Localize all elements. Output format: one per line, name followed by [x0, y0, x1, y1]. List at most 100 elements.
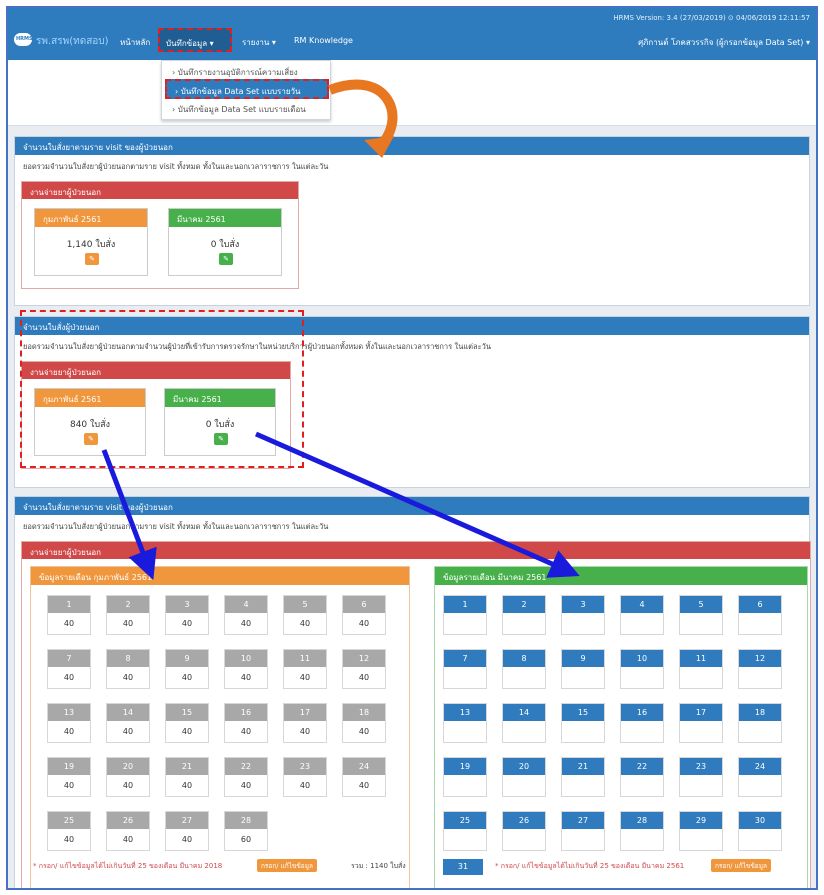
- day-cell[interactable]: 21: [561, 757, 605, 797]
- day-cell[interactable]: 5 40: [283, 595, 327, 635]
- day-cell[interactable]: 17: [679, 703, 723, 743]
- edit-icon[interactable]: ✎: [85, 253, 99, 265]
- day-cell[interactable]: 14 40: [106, 703, 150, 743]
- user-menu[interactable]: ศุภิกานต์ โภคสวรรกิจ (ผู้กรอกข้อมูล Data…: [638, 36, 810, 49]
- day-cell[interactable]: 29: [679, 811, 723, 851]
- day-cell[interactable]: 22: [620, 757, 664, 797]
- nav-home[interactable]: หน้าหลัก: [120, 36, 150, 49]
- day-value: 40: [358, 781, 370, 790]
- day-cell[interactable]: 19 40: [47, 757, 91, 797]
- day-value: 60: [240, 835, 252, 844]
- nav-rm-knowledge[interactable]: RM Knowledge: [294, 36, 353, 45]
- day-cell[interactable]: 27 40: [165, 811, 209, 851]
- day-number: 17: [284, 704, 326, 721]
- day-cell[interactable]: 12: [738, 649, 782, 689]
- day-cell[interactable]: 30: [738, 811, 782, 851]
- day-cell[interactable]: 11 40: [283, 649, 327, 689]
- day-number: 15: [562, 704, 604, 721]
- day-cell[interactable]: 3 40: [165, 595, 209, 635]
- day-cell[interactable]: 24 40: [342, 757, 386, 797]
- day-number: 21: [166, 758, 208, 775]
- day-number: 27: [562, 812, 604, 829]
- nav-report-menu[interactable]: รายงาน ▾: [242, 36, 276, 49]
- day-cell[interactable]: 22 40: [224, 757, 268, 797]
- day-cell[interactable]: 7 40: [47, 649, 91, 689]
- day-cell[interactable]: 15 40: [165, 703, 209, 743]
- day-cell[interactable]: 12 40: [342, 649, 386, 689]
- dropdown-item-daily-dataset[interactable]: › บันทึกข้อมูล Data Set แบบรายวัน: [165, 79, 329, 99]
- day-cell[interactable]: 6: [738, 595, 782, 635]
- annotation-highlight-box: [20, 310, 304, 468]
- card-title: มีนาคม 2561: [169, 209, 281, 227]
- day-cell[interactable]: 21 40: [165, 757, 209, 797]
- day-number: 23: [284, 758, 326, 775]
- day-value: 40: [358, 619, 370, 628]
- hospital-brand[interactable]: รพ.สรพ(ทดสอบ): [36, 34, 109, 49]
- day-cell[interactable]: 15: [561, 703, 605, 743]
- day-cell[interactable]: 17 40: [283, 703, 327, 743]
- day-number: 20: [503, 758, 545, 775]
- day-number: 10: [225, 650, 267, 667]
- day-cell[interactable]: 3: [561, 595, 605, 635]
- day-number: 1: [444, 596, 486, 613]
- day-cell[interactable]: 13: [443, 703, 487, 743]
- day-cell[interactable]: 16 40: [224, 703, 268, 743]
- dropdown-item-monthly-dataset[interactable]: › บันทึกข้อมูล Data Set แบบรายเดือน: [172, 103, 306, 116]
- day-cell[interactable]: 10: [620, 649, 664, 689]
- day-cell[interactable]: 18 40: [342, 703, 386, 743]
- card-count: 1,140 ใบสั่ง: [66, 240, 116, 250]
- day-cell[interactable]: 11: [679, 649, 723, 689]
- day-cell[interactable]: 1 40: [47, 595, 91, 635]
- day-cell[interactable]: 2: [502, 595, 546, 635]
- day-cell[interactable]: 10 40: [224, 649, 268, 689]
- day-31[interactable]: 31: [443, 859, 483, 875]
- day-cell[interactable]: 8: [502, 649, 546, 689]
- day-number: 7: [444, 650, 486, 667]
- nav-record-menu[interactable]: บันทึกข้อมูล ▾: [158, 28, 232, 52]
- day-value: 40: [181, 619, 193, 628]
- hrms-logo-icon[interactable]: HRMS: [14, 33, 33, 46]
- day-cell[interactable]: 23: [679, 757, 723, 797]
- day-cell[interactable]: 8 40: [106, 649, 150, 689]
- day-number: 28: [621, 812, 663, 829]
- day-cell[interactable]: 4 40: [224, 595, 268, 635]
- day-cell[interactable]: 18: [738, 703, 782, 743]
- day-cell[interactable]: 1: [443, 595, 487, 635]
- day-cell[interactable]: 5: [679, 595, 723, 635]
- day-number: 30: [739, 812, 781, 829]
- day-cell[interactable]: 2 40: [106, 595, 150, 635]
- day-cell[interactable]: 9: [561, 649, 605, 689]
- day-cell[interactable]: 20 40: [106, 757, 150, 797]
- day-number: 3: [166, 596, 208, 613]
- day-number: 19: [444, 758, 486, 775]
- day-cell[interactable]: 25 40: [47, 811, 91, 851]
- day-cell[interactable]: 20: [502, 757, 546, 797]
- day-cell[interactable]: 6 40: [342, 595, 386, 635]
- day-cell[interactable]: 28 60: [224, 811, 268, 851]
- day-number: 2: [503, 596, 545, 613]
- edit-icon[interactable]: ✎: [219, 253, 233, 265]
- edit-data-button[interactable]: กรอก/ แก้ไขข้อมูล: [257, 859, 317, 872]
- day-cell[interactable]: 9 40: [165, 649, 209, 689]
- day-cell[interactable]: 4: [620, 595, 664, 635]
- day-number: 9: [562, 650, 604, 667]
- day-cell[interactable]: 23 40: [283, 757, 327, 797]
- day-value: 40: [181, 835, 193, 844]
- day-cell[interactable]: 26 40: [106, 811, 150, 851]
- edit-data-button[interactable]: กรอก/ แก้ไขข้อมูล: [711, 859, 771, 872]
- day-value: 40: [240, 619, 252, 628]
- day-value: 40: [181, 781, 193, 790]
- day-cell[interactable]: 16: [620, 703, 664, 743]
- day-cell[interactable]: 25: [443, 811, 487, 851]
- day-number: 23: [680, 758, 722, 775]
- dropdown-item-incident[interactable]: › บันทึกรายงานอุบัติการณ์ความเสี่ยง: [172, 66, 298, 79]
- day-number: 14: [107, 704, 149, 721]
- day-cell[interactable]: 28: [620, 811, 664, 851]
- day-cell[interactable]: 13 40: [47, 703, 91, 743]
- day-cell[interactable]: 27: [561, 811, 605, 851]
- day-cell[interactable]: 19: [443, 757, 487, 797]
- day-cell[interactable]: 7: [443, 649, 487, 689]
- day-cell[interactable]: 24: [738, 757, 782, 797]
- day-cell[interactable]: 14: [502, 703, 546, 743]
- day-cell[interactable]: 26: [502, 811, 546, 851]
